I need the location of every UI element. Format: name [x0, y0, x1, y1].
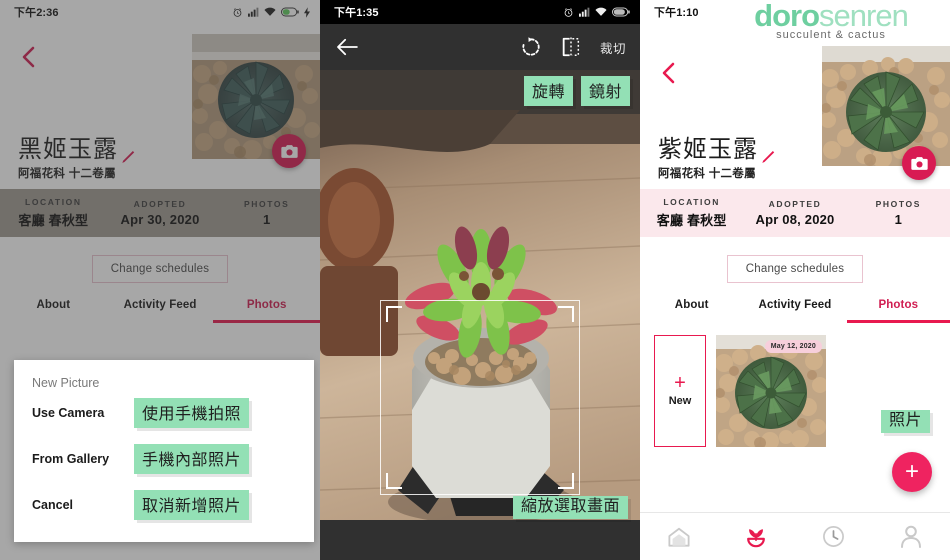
arrow-left-icon — [337, 38, 358, 56]
crop-back-button[interactable] — [334, 34, 360, 60]
right-screen: 下午1:10 dorosenren succulent & cactus 紫姬玉… — [640, 0, 950, 560]
pencil-icon — [762, 150, 775, 163]
callout-mirror: 鏡射 — [580, 76, 630, 106]
plant-stats-bar-right: LOCATION 客廳 春秋型 ADOPTED Apr 08, 2020 PHO… — [640, 189, 950, 237]
crop-frame-callout-wrap: 縮放選取畫面 — [512, 492, 628, 519]
tab-about-right[interactable]: About — [640, 299, 743, 320]
stat-photos-right: PHOTOS 1 — [847, 199, 950, 227]
crop-handle-top-left[interactable] — [386, 306, 402, 322]
crop-handle-bottom-left[interactable] — [386, 473, 402, 489]
crop-handle-top-right[interactable] — [558, 306, 574, 322]
new-picture-dialog: New Picture Use Camera 使用手機拍照 From Galle… — [14, 360, 314, 542]
dialog-title: New Picture — [32, 376, 100, 390]
callout-crop-frame: 縮放選取畫面 — [512, 496, 628, 519]
cancel-label: Cancel — [32, 498, 73, 512]
phone-panel-left: 下午2:36 黑姬玉露 阿福花科 十二卷屬 LOCATION 客廳 春秋型 AD… — [0, 0, 320, 560]
callout-use-camera: 使用手機拍照 — [134, 398, 250, 428]
change-schedules-button-right[interactable]: Change schedules — [726, 255, 864, 283]
new-tile-label: New — [668, 395, 692, 407]
dialog-row-from-gallery[interactable]: From Gallery 手機內部照片 — [14, 436, 314, 482]
image-crop-screen: 裁切 旋轉 鏡射 縮放選取畫面 — [320, 24, 640, 560]
hero-section-right: 紫姬玉露 阿福花科 十二卷屬 — [640, 24, 950, 189]
underline-about — [640, 320, 743, 323]
tab-photos-right[interactable]: Photos — [847, 299, 950, 320]
photos-callout-wrap: 照片 — [880, 406, 930, 433]
detail-tabs-right: About Activity Feed Photos — [640, 299, 950, 320]
succulent-photo-haworthia-green — [822, 46, 950, 166]
plant-icon — [747, 528, 766, 547]
stat-value: 1 — [894, 212, 903, 227]
middle-screen: 下午1:35 裁切 旋轉 鏡射 縮放選取畫面 — [320, 0, 640, 560]
signal-icon — [579, 7, 590, 17]
stat-value: 客廳 春秋型 — [656, 213, 727, 228]
callout-rotate: 旋轉 — [523, 76, 573, 106]
stat-key: ADOPTED — [768, 199, 822, 209]
crop-label-button[interactable]: 裁切 — [600, 38, 626, 57]
history-icon — [823, 526, 845, 547]
bottom-navigation-bar — [640, 512, 950, 560]
stat-location-right: LOCATION 客廳 春秋型 — [640, 197, 743, 229]
battery-icon — [612, 7, 630, 17]
mirror-button[interactable] — [558, 34, 584, 60]
phone-panel-right: 下午1:10 dorosenren succulent & cactus 紫姬玉… — [640, 0, 950, 560]
nav-item-history[interactable] — [795, 525, 873, 548]
profile-icon — [901, 525, 922, 548]
nav-item-home[interactable] — [640, 526, 718, 548]
alarm-icon — [564, 7, 573, 17]
mirror-icon — [562, 37, 580, 57]
dialog-row-cancel[interactable]: Cancel 取消新增照片 — [14, 482, 314, 528]
dialog-row-use-camera[interactable]: Use Camera 使用手機拍照 — [14, 390, 314, 436]
status-bar-right: 下午1:10 — [640, 0, 950, 24]
callout-photos: 照片 — [880, 410, 930, 433]
status-time: 下午1:10 — [654, 7, 699, 19]
crop-toolbar: 裁切 — [320, 24, 640, 70]
underline-photos — [846, 320, 950, 323]
plant-family-right: 阿福花科 十二卷屬 — [658, 168, 756, 180]
tab-underline-right — [640, 320, 950, 323]
photo-date-badge: May 12, 2020 — [764, 340, 822, 353]
nav-item-plants[interactable] — [718, 526, 796, 548]
add-photo-fab[interactable]: + — [892, 452, 932, 492]
crop-selection-frame[interactable] — [380, 300, 580, 495]
left-screen: 下午2:36 黑姬玉露 阿福花科 十二卷屬 LOCATION 客廳 春秋型 AD… — [0, 0, 320, 560]
status-time: 下午1:35 — [334, 7, 379, 19]
phone-panel-middle: 下午1:35 裁切 旋轉 鏡射 縮放選取畫面 — [320, 0, 640, 560]
status-bar-middle: 下午1:35 — [320, 0, 640, 24]
crop-handle-bottom-right[interactable] — [558, 473, 574, 489]
add-photo-camera-button-right[interactable] — [902, 146, 936, 180]
use-camera-label: Use Camera — [32, 406, 105, 420]
crop-callout-row: 旋轉 鏡射 — [523, 76, 630, 106]
wifi-icon — [595, 7, 607, 16]
three-phone-screenshot-composite: 下午2:36 黑姬玉露 阿福花科 十二卷屬 LOCATION 客廳 春秋型 AD… — [0, 0, 950, 560]
stat-key: LOCATION — [663, 197, 720, 207]
chevron-left-icon — [662, 62, 675, 84]
plus-icon: + — [674, 372, 686, 394]
photo-thumbnail[interactable]: May 12, 2020 — [716, 335, 826, 447]
from-gallery-label: From Gallery — [32, 452, 110, 466]
callout-from-gallery: 手機內部照片 — [134, 444, 250, 474]
plant-name-right: 紫姬玉露 — [658, 135, 758, 163]
stat-key: PHOTOS — [875, 199, 921, 209]
crop-photo-preview[interactable] — [320, 70, 640, 520]
rotate-icon — [522, 37, 540, 56]
back-button-right[interactable] — [658, 62, 680, 84]
rotate-button[interactable] — [518, 34, 544, 60]
camera-icon — [910, 156, 928, 170]
status-icon-group — [563, 7, 630, 18]
underline-activity — [743, 320, 846, 323]
home-icon — [668, 527, 690, 547]
schedule-row-right: Change schedules — [640, 237, 950, 299]
new-photo-tile[interactable]: + New — [654, 335, 706, 447]
crop-bottom-bar — [320, 520, 640, 560]
stat-adopted-right: ADOPTED Apr 08, 2020 — [743, 199, 846, 227]
plant-title-block-right: 紫姬玉露 阿福花科 十二卷屬 — [658, 137, 758, 181]
callout-cancel: 取消新增照片 — [134, 490, 250, 520]
tab-activity-feed-right[interactable]: Activity Feed — [743, 299, 846, 320]
stat-value: Apr 08, 2020 — [755, 212, 835, 227]
edit-name-button-right[interactable] — [758, 149, 776, 167]
nav-item-profile[interactable] — [873, 525, 950, 548]
plant-hero-photo-right[interactable] — [822, 46, 950, 166]
